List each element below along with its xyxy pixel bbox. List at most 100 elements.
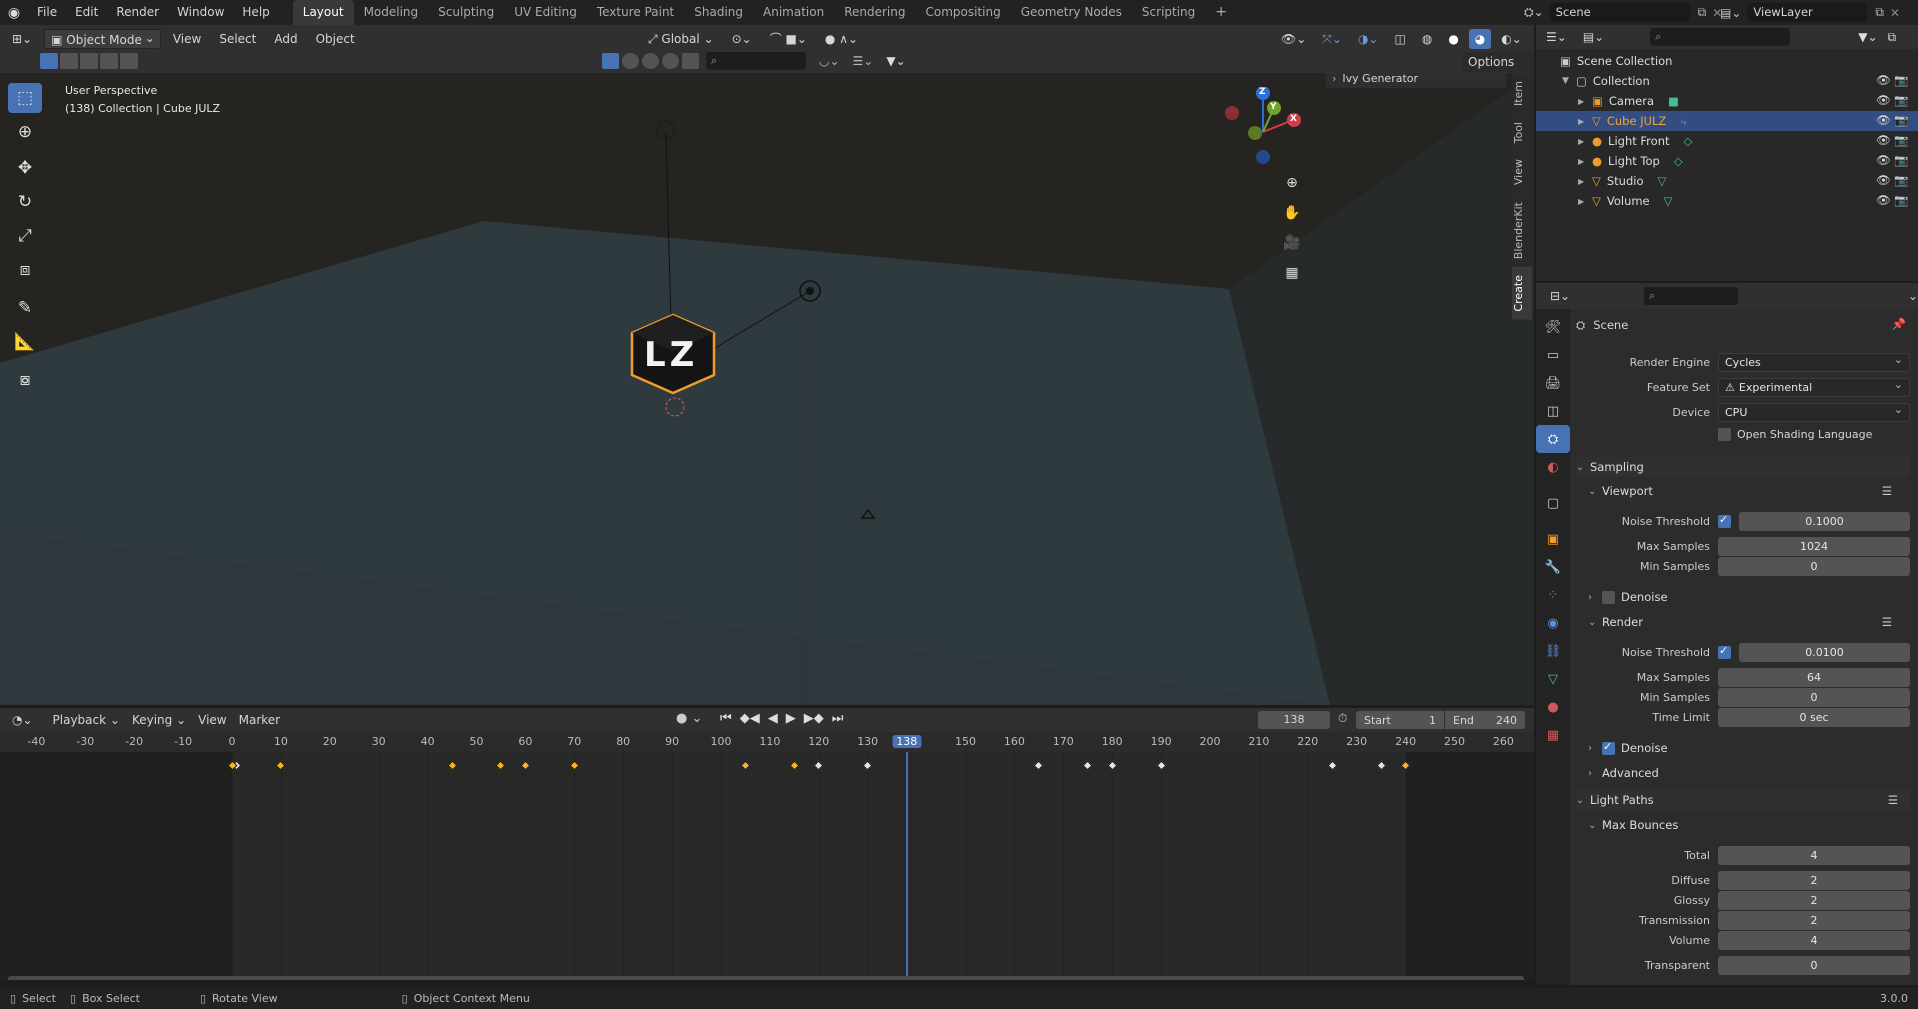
filter-mesh-icon[interactable]: [602, 53, 619, 69]
r-noise-threshold-checkbox[interactable]: [1718, 644, 1731, 659]
device-dropdown[interactable]: CPU: [1718, 401, 1910, 422]
expand-chevron-icon[interactable]: ▶: [1578, 117, 1592, 126]
tool-properties-icon[interactable]: 🛠: [1536, 313, 1570, 341]
total-bounces-field[interactable]: 4: [1718, 845, 1910, 865]
move-tool-icon[interactable]: ✥: [8, 153, 42, 183]
gizmo-toggle-icon[interactable]: ⤧⌄: [1316, 29, 1348, 49]
menu-help[interactable]: Help: [233, 0, 278, 25]
presets-icon[interactable]: ☰: [1888, 793, 1898, 807]
record-icon[interactable]: ● ⌄: [676, 711, 702, 726]
keyframe[interactable]: [447, 760, 457, 771]
keyframe[interactable]: [789, 760, 800, 771]
visibility-icon[interactable]: 👁: [1876, 93, 1891, 107]
tab-view[interactable]: View: [1512, 151, 1532, 193]
menu-window[interactable]: Window: [168, 0, 233, 25]
light-data-icon[interactable]: ◇: [1674, 154, 1683, 168]
next-keyframe-icon[interactable]: ▶◆: [804, 711, 824, 726]
render-properties-icon[interactable]: ▭: [1536, 341, 1570, 369]
end-frame-field[interactable]: End 240: [1445, 711, 1525, 729]
keyframe[interactable]: [1376, 760, 1387, 771]
render-engine-dropdown[interactable]: Cycles: [1718, 351, 1910, 372]
glossy-bounces-field[interactable]: 2: [1718, 890, 1910, 910]
properties-search-input[interactable]: ⌕: [1644, 287, 1738, 305]
visibility-icon[interactable]: 👁: [1876, 173, 1891, 187]
timeline-editor-type-icon[interactable]: ◔⌄: [6, 710, 39, 730]
sampling-panel-header[interactable]: ⌄ Sampling: [1576, 457, 1910, 477]
ortho-grid-icon[interactable]: ▦: [1278, 259, 1306, 287]
transparent-bounces-field[interactable]: 0: [1718, 955, 1910, 975]
r-min-samples-field[interactable]: 0: [1718, 687, 1910, 707]
start-frame-field[interactable]: Start 1: [1356, 711, 1444, 729]
expand-chevron-icon[interactable]: ▶: [1578, 157, 1592, 166]
visibility-icon[interactable]: 👁: [1876, 193, 1891, 207]
expand-chevron-icon[interactable]: ▶: [1578, 197, 1592, 206]
vp-denoise-checkbox[interactable]: [1602, 590, 1615, 604]
tab-uv-editing[interactable]: UV Editing: [504, 0, 587, 25]
menu-select[interactable]: Select: [213, 29, 262, 49]
menu-marker[interactable]: Marker: [233, 710, 286, 730]
menu-object[interactable]: Object: [310, 29, 361, 49]
material-properties-icon[interactable]: ●: [1536, 693, 1570, 721]
outliner-item[interactable]: ▶ ● Light Front ◇ 👁 📷: [1536, 131, 1918, 151]
keyframe[interactable]: [1082, 760, 1093, 771]
camera-data-icon[interactable]: ■: [1668, 94, 1679, 108]
view-layer-close-icon[interactable]: ✕: [1890, 6, 1900, 20]
filter-light-icon[interactable]: [642, 53, 659, 69]
mesh-data-icon[interactable]: ▽: [1658, 174, 1667, 188]
xray-icon[interactable]: ◫: [1388, 29, 1411, 49]
viewport-subpanel-header[interactable]: ⌄ Viewport ☰: [1588, 481, 1910, 501]
transform-tool-icon[interactable]: ⧈: [8, 255, 42, 285]
timeline[interactable]: -40 -30 -20 -10 0 10 20 30 40 50 60 70 80 90 100 110 120…: [0, 732, 1534, 980]
proportional-edit-icon[interactable]: ● ∧⌄: [819, 29, 864, 49]
keyframe[interactable]: [275, 760, 286, 771]
scene-properties-icon[interactable]: ⛭: [1536, 425, 1570, 453]
light-data-icon[interactable]: ◇: [1684, 134, 1693, 148]
outliner-search-input[interactable]: ⌕: [1650, 28, 1791, 46]
vp-noise-threshold-checkbox[interactable]: [1718, 513, 1731, 528]
max-bounces-subpanel-header[interactable]: ⌄ Max Bounces: [1588, 815, 1910, 835]
new-collection-icon[interactable]: ⧉: [1888, 30, 1897, 45]
filter-funnel-icon[interactable]: ▼⌄: [886, 54, 905, 68]
scene-copy-icon[interactable]: ⧉: [1698, 5, 1707, 20]
tab-blenderkit[interactable]: BlenderKit: [1512, 194, 1532, 267]
object-mode-dropdown[interactable]: ▣ Object Mode ⌄: [44, 29, 161, 49]
view-layer-selector[interactable]: ▤⌄ ViewLayer ⧉ ✕: [1720, 2, 1900, 23]
snap-icon[interactable]: ⌒ ■⌄: [764, 29, 813, 49]
keyframe[interactable]: [1156, 760, 1167, 771]
collection-visibility-icon[interactable]: 👁: [1876, 73, 1891, 87]
pin-icon[interactable]: 📌: [1892, 317, 1906, 331]
outliner-editor-type-icon[interactable]: ☰⌄: [1540, 27, 1573, 47]
navigation-gizmo[interactable]: Z X Y: [1218, 86, 1308, 177]
keyframe[interactable]: [740, 760, 751, 771]
r-denoise-subpanel-header[interactable]: › Denoise: [1588, 738, 1910, 758]
tab-scripting[interactable]: Scripting: [1132, 0, 1205, 25]
menu-view[interactable]: View: [167, 29, 207, 49]
advanced-subpanel-header[interactable]: › Advanced: [1588, 763, 1910, 783]
playhead[interactable]: [905, 752, 908, 980]
visibility-icon[interactable]: 👁: [1876, 113, 1891, 127]
keyframe[interactable]: [569, 760, 580, 771]
vp-denoise-subpanel-header[interactable]: › Denoise: [1588, 587, 1910, 607]
options-dropdown[interactable]: Options ⌄: [1462, 52, 1534, 89]
collection-properties-icon[interactable]: ▢: [1536, 489, 1570, 517]
menu-edit[interactable]: Edit: [66, 0, 107, 25]
modifier-icon[interactable]: ⤷: [1680, 114, 1686, 129]
outliner-item[interactable]: ▶ ● Light Top ◇ 👁 📷: [1536, 151, 1918, 171]
cursor-tool-icon[interactable]: ⊕: [8, 117, 42, 147]
material-shading-icon[interactable]: ◕: [1468, 29, 1492, 49]
visibility-icon[interactable]: 👁⌄: [1275, 29, 1312, 49]
transform-orientation-dropdown[interactable]: ⤢ Global ⌄: [642, 29, 720, 49]
sort-icon[interactable]: ☰⌄: [853, 54, 874, 68]
menu-file[interactable]: File: [28, 0, 66, 25]
render-camera-icon[interactable]: 📷: [1894, 153, 1908, 167]
expand-chevron-icon[interactable]: ▶: [1578, 177, 1592, 186]
timeline-scrollbar[interactable]: [8, 976, 1524, 980]
visibility-icon[interactable]: 👁: [1876, 133, 1891, 147]
osl-checkbox[interactable]: [1718, 427, 1731, 441]
expand-chevron-icon[interactable]: ▶: [1578, 97, 1592, 106]
prev-keyframe-icon[interactable]: ◆◀: [740, 711, 760, 726]
select-mode-intersect-icon[interactable]: [120, 53, 138, 69]
render-camera-icon[interactable]: 📷: [1894, 133, 1908, 147]
filter-camera-icon[interactable]: [662, 53, 679, 69]
keyframe[interactable]: [813, 760, 824, 771]
